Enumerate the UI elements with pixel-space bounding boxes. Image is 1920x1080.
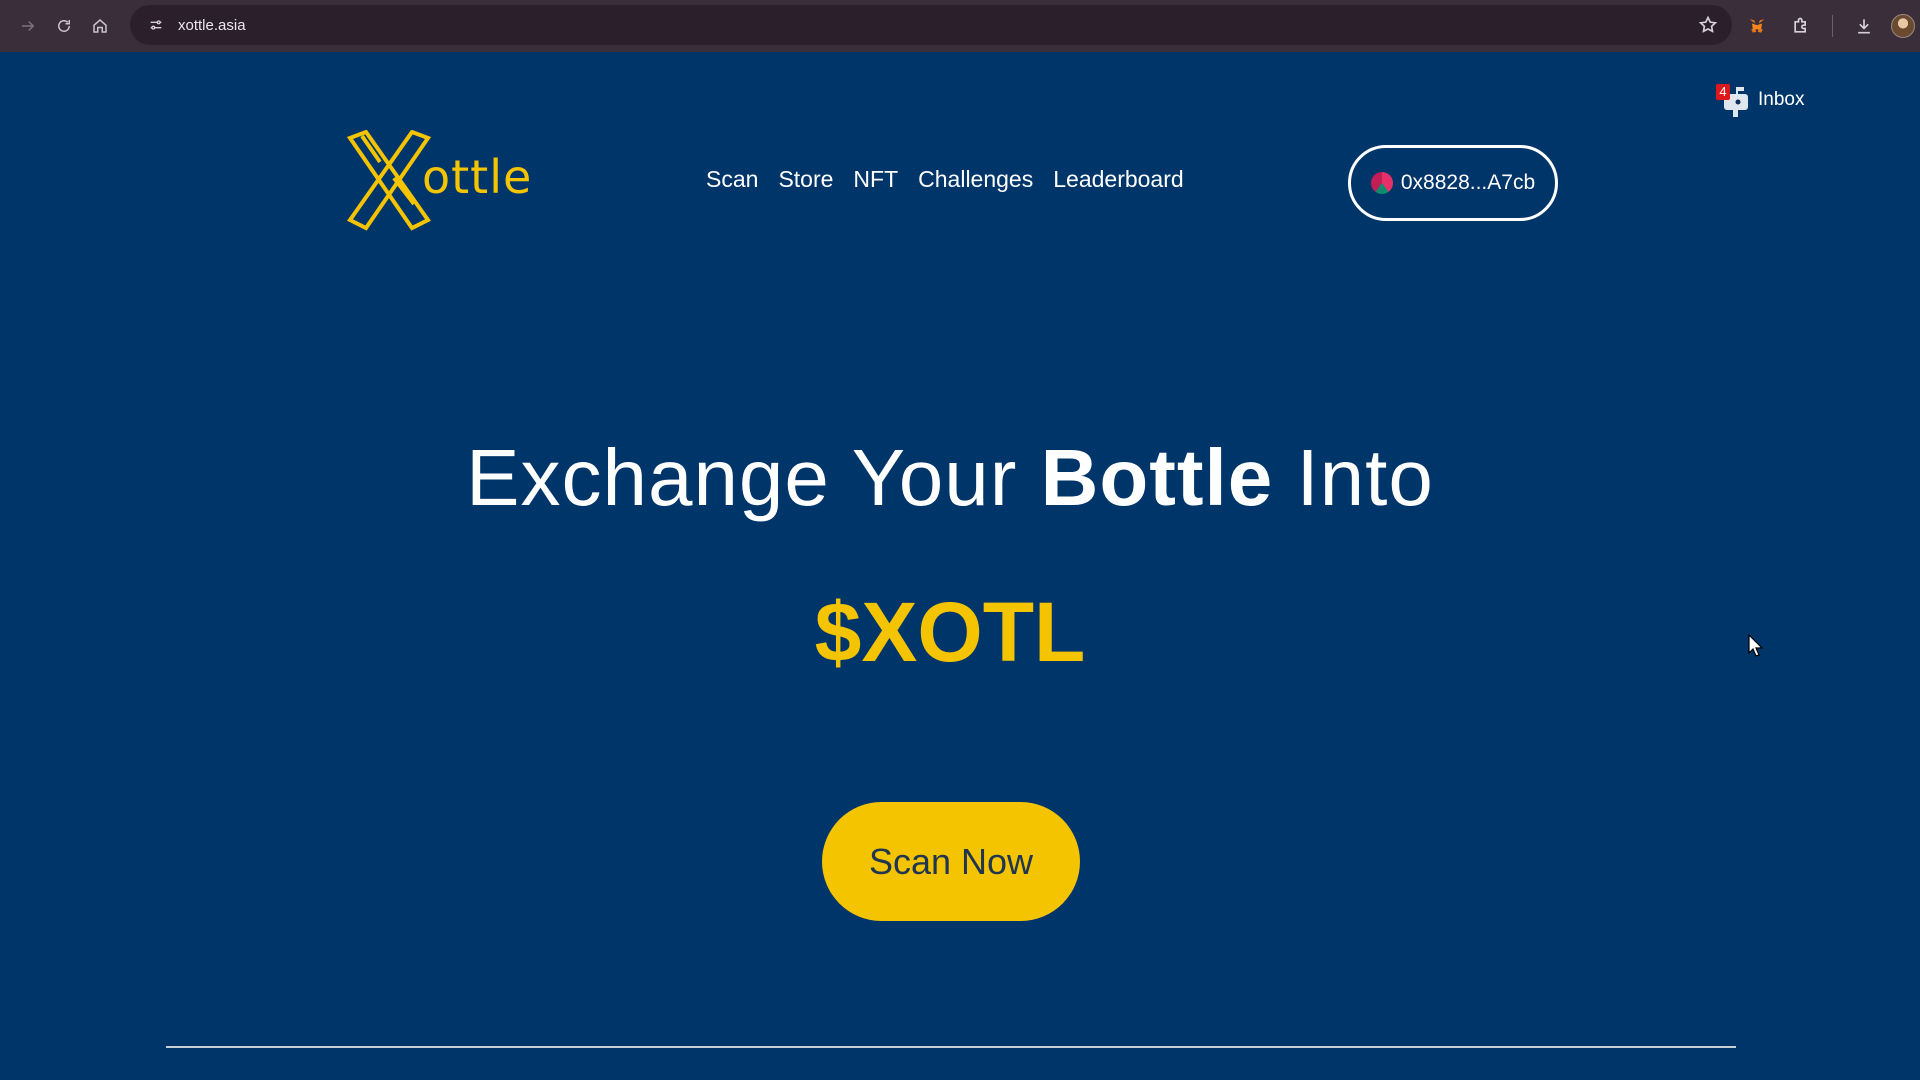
reload-button[interactable] bbox=[46, 8, 82, 44]
wallet-address: 0x8828...A7cb bbox=[1400, 171, 1536, 194]
inbox-button[interactable]: 4 Inbox bbox=[1716, 82, 1805, 118]
mailbox-icon: 4 bbox=[1716, 82, 1752, 118]
toolbar-separator bbox=[1832, 15, 1833, 37]
nav-leaderboard[interactable]: Leaderboard bbox=[1053, 166, 1183, 193]
scan-now-button[interactable]: Scan Now bbox=[822, 802, 1080, 921]
section-divider bbox=[166, 1046, 1736, 1048]
download-icon[interactable] bbox=[1847, 9, 1881, 43]
metamask-extension-icon[interactable] bbox=[1740, 9, 1774, 43]
x-logo-icon bbox=[346, 130, 432, 231]
reload-icon bbox=[58, 20, 70, 32]
nav-store[interactable]: Store bbox=[778, 166, 833, 193]
hero-heading-post: Into bbox=[1296, 433, 1434, 522]
mouse-cursor-icon bbox=[1748, 634, 1764, 657]
nav-nft[interactable]: NFT bbox=[853, 166, 898, 193]
profile-avatar[interactable] bbox=[1891, 14, 1915, 38]
site-info-icon[interactable] bbox=[144, 13, 168, 37]
hero-heading-bold: Bottle bbox=[1040, 433, 1274, 522]
wallet-button[interactable]: 0x8828...A7cb bbox=[1348, 145, 1558, 221]
xottle-logo[interactable]: ottle bbox=[344, 130, 532, 234]
forward-button[interactable] bbox=[10, 8, 46, 44]
inbox-badge: 4 bbox=[1716, 84, 1730, 100]
home-icon bbox=[93, 19, 107, 33]
extensions-puzzle-icon[interactable] bbox=[1784, 9, 1818, 43]
wallet-avatar-icon bbox=[1370, 172, 1393, 194]
logo-text: ottle bbox=[422, 150, 533, 204]
url-text[interactable]: xottle.asia bbox=[178, 17, 246, 34]
hero-heading: Exchange Your Bottle Into bbox=[0, 432, 1900, 524]
bookmark-star-icon[interactable] bbox=[1698, 15, 1718, 35]
inbox-label: Inbox bbox=[1758, 89, 1805, 110]
nav-scan[interactable]: Scan bbox=[706, 166, 758, 193]
address-bar[interactable]: xottle.asia bbox=[130, 5, 1732, 45]
nav-challenges[interactable]: Challenges bbox=[918, 166, 1033, 193]
browser-toolbar: xottle.asia bbox=[0, 0, 1920, 52]
token-symbol: $XOTL bbox=[814, 585, 1086, 679]
browser-extensions bbox=[1740, 8, 1915, 44]
main-nav: Scan Store NFT Challenges Leaderboard bbox=[706, 166, 1184, 193]
home-button[interactable] bbox=[82, 8, 118, 44]
arrow-right-icon bbox=[22, 20, 35, 32]
hero-heading-pre: Exchange Your bbox=[466, 433, 1018, 522]
